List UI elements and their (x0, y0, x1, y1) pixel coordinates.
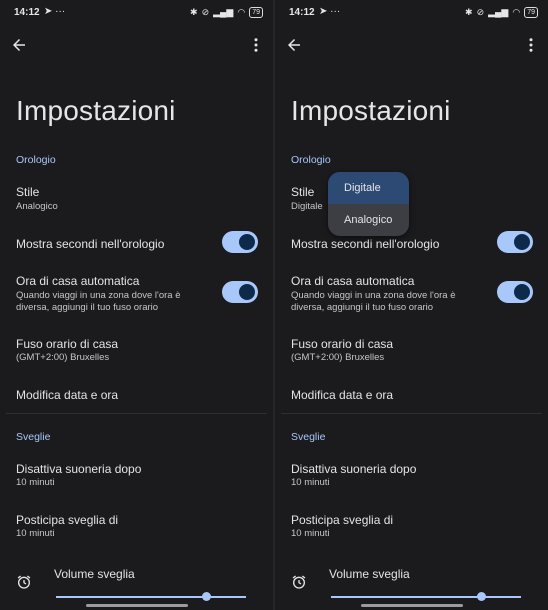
alarm-clock-icon (292, 575, 306, 589)
change-date-time-setting[interactable]: Modifica data e ora (16, 388, 118, 402)
signal-icon: ▂▄▆ (488, 7, 509, 17)
show-seconds-toggle[interactable] (497, 231, 533, 253)
section-divider (6, 413, 267, 414)
show-seconds-setting[interactable]: Mostra secondi nell'orologio (16, 237, 164, 251)
alarm-volume-label: Volume sveglia (54, 567, 135, 581)
bluetooth-icon: ✱ (465, 7, 473, 17)
style-option-digital[interactable]: Digitale (328, 172, 409, 204)
home-time-desc-2: diversa, aggiungi il tuo fuso orario (16, 302, 159, 313)
style-dropdown-menu: Digitale Analogico (328, 172, 409, 236)
telegram-icon: ➤ ··· (44, 6, 66, 17)
home-timezone-setting[interactable]: Fuso orario di casa (16, 337, 118, 351)
home-time-toggle[interactable] (222, 281, 258, 303)
section-header-clock: Orologio (291, 154, 331, 166)
home-timezone-value: (GMT+2:00) Bruxelles (291, 352, 385, 363)
alarm-clock-icon (17, 575, 31, 589)
settings-screen-left: 14:12 ➤ ··· ✱ ⊘ ▂▄▆ ◠ 79 Impostazioni Or… (0, 0, 273, 610)
battery-indicator: 79 (249, 7, 263, 18)
section-header-alarms: Sveglie (16, 431, 51, 443)
home-timezone-value: (GMT+2:00) Bruxelles (16, 352, 110, 363)
snooze-setting[interactable]: Posticipa sveglia di (16, 513, 118, 527)
home-time-desc-2: diversa, aggiungi il tuo fuso orario (291, 302, 434, 313)
gesture-bar (361, 604, 463, 607)
home-time-desc-1: Quando viaggi in una zona dove l'ora è (16, 290, 181, 301)
alarm-volume-slider[interactable] (56, 596, 246, 598)
section-divider (281, 413, 542, 414)
alarm-volume-slider[interactable] (331, 596, 521, 598)
style-value: Digitale (291, 201, 323, 212)
signal-icon: ▂▄▆ (213, 7, 234, 17)
battery-indicator: 79 (524, 7, 538, 18)
snooze-value: 10 minuti (291, 528, 330, 539)
style-option-analog[interactable]: Analogico (328, 204, 409, 236)
back-arrow-icon[interactable] (285, 36, 303, 54)
home-time-setting[interactable]: Ora di casa automatica (291, 274, 414, 288)
more-options-icon[interactable] (522, 36, 540, 54)
toggle-knob (239, 284, 255, 300)
status-time: 14:12 (14, 7, 40, 18)
toggle-knob (514, 234, 530, 250)
alarm-volume-thumb[interactable] (476, 592, 486, 601)
mute-icon: ⊘ (476, 7, 485, 17)
page-title: Impostazioni (16, 95, 176, 126)
toggle-knob (514, 284, 530, 300)
home-timezone-setting[interactable]: Fuso orario di casa (291, 337, 393, 351)
status-time: 14:12 (289, 7, 315, 18)
bluetooth-icon: ✱ (190, 7, 198, 17)
style-value: Analogico (16, 201, 58, 212)
mute-icon: ⊘ (201, 7, 210, 17)
toggle-knob (239, 234, 255, 250)
snooze-value: 10 minuti (16, 528, 55, 539)
gesture-bar (86, 604, 188, 607)
page-title: Impostazioni (291, 95, 451, 126)
alarm-volume-thumb[interactable] (201, 592, 211, 601)
section-header-alarms: Sveglie (291, 431, 326, 443)
style-setting[interactable]: Stile (16, 185, 39, 199)
settings-screen-right: 14:12 ➤ ··· ✱ ⊘ ▂▄▆ ◠ 79 Impostazioni Or… (275, 0, 548, 610)
show-seconds-setting[interactable]: Mostra secondi nell'orologio (291, 237, 439, 251)
snooze-setting[interactable]: Posticipa sveglia di (291, 513, 393, 527)
style-setting[interactable]: Stile (291, 185, 314, 199)
show-seconds-toggle[interactable] (222, 231, 258, 253)
back-arrow-icon[interactable] (10, 36, 28, 54)
silence-after-setting[interactable]: Disattiva suoneria dopo (16, 462, 141, 476)
section-header-clock: Orologio (16, 154, 56, 166)
more-options-icon[interactable] (247, 36, 265, 54)
wifi-icon: ◠ (512, 7, 521, 17)
telegram-icon: ➤ ··· (319, 6, 341, 17)
alarm-volume-label: Volume sveglia (329, 567, 410, 581)
home-time-setting[interactable]: Ora di casa automatica (16, 274, 139, 288)
change-date-time-setting[interactable]: Modifica data e ora (291, 388, 393, 402)
silence-after-value: 10 minuti (16, 477, 55, 488)
silence-after-value: 10 minuti (291, 477, 330, 488)
wifi-icon: ◠ (237, 7, 246, 17)
home-time-toggle[interactable] (497, 281, 533, 303)
silence-after-setting[interactable]: Disattiva suoneria dopo (291, 462, 416, 476)
home-time-desc-1: Quando viaggi in una zona dove l'ora è (291, 290, 456, 301)
status-bar: 14:12 ➤ ··· ✱ ⊘ ▂▄▆ ◠ 79 (14, 6, 263, 21)
status-bar: 14:12 ➤ ··· ✱ ⊘ ▂▄▆ ◠ 79 (289, 6, 538, 21)
